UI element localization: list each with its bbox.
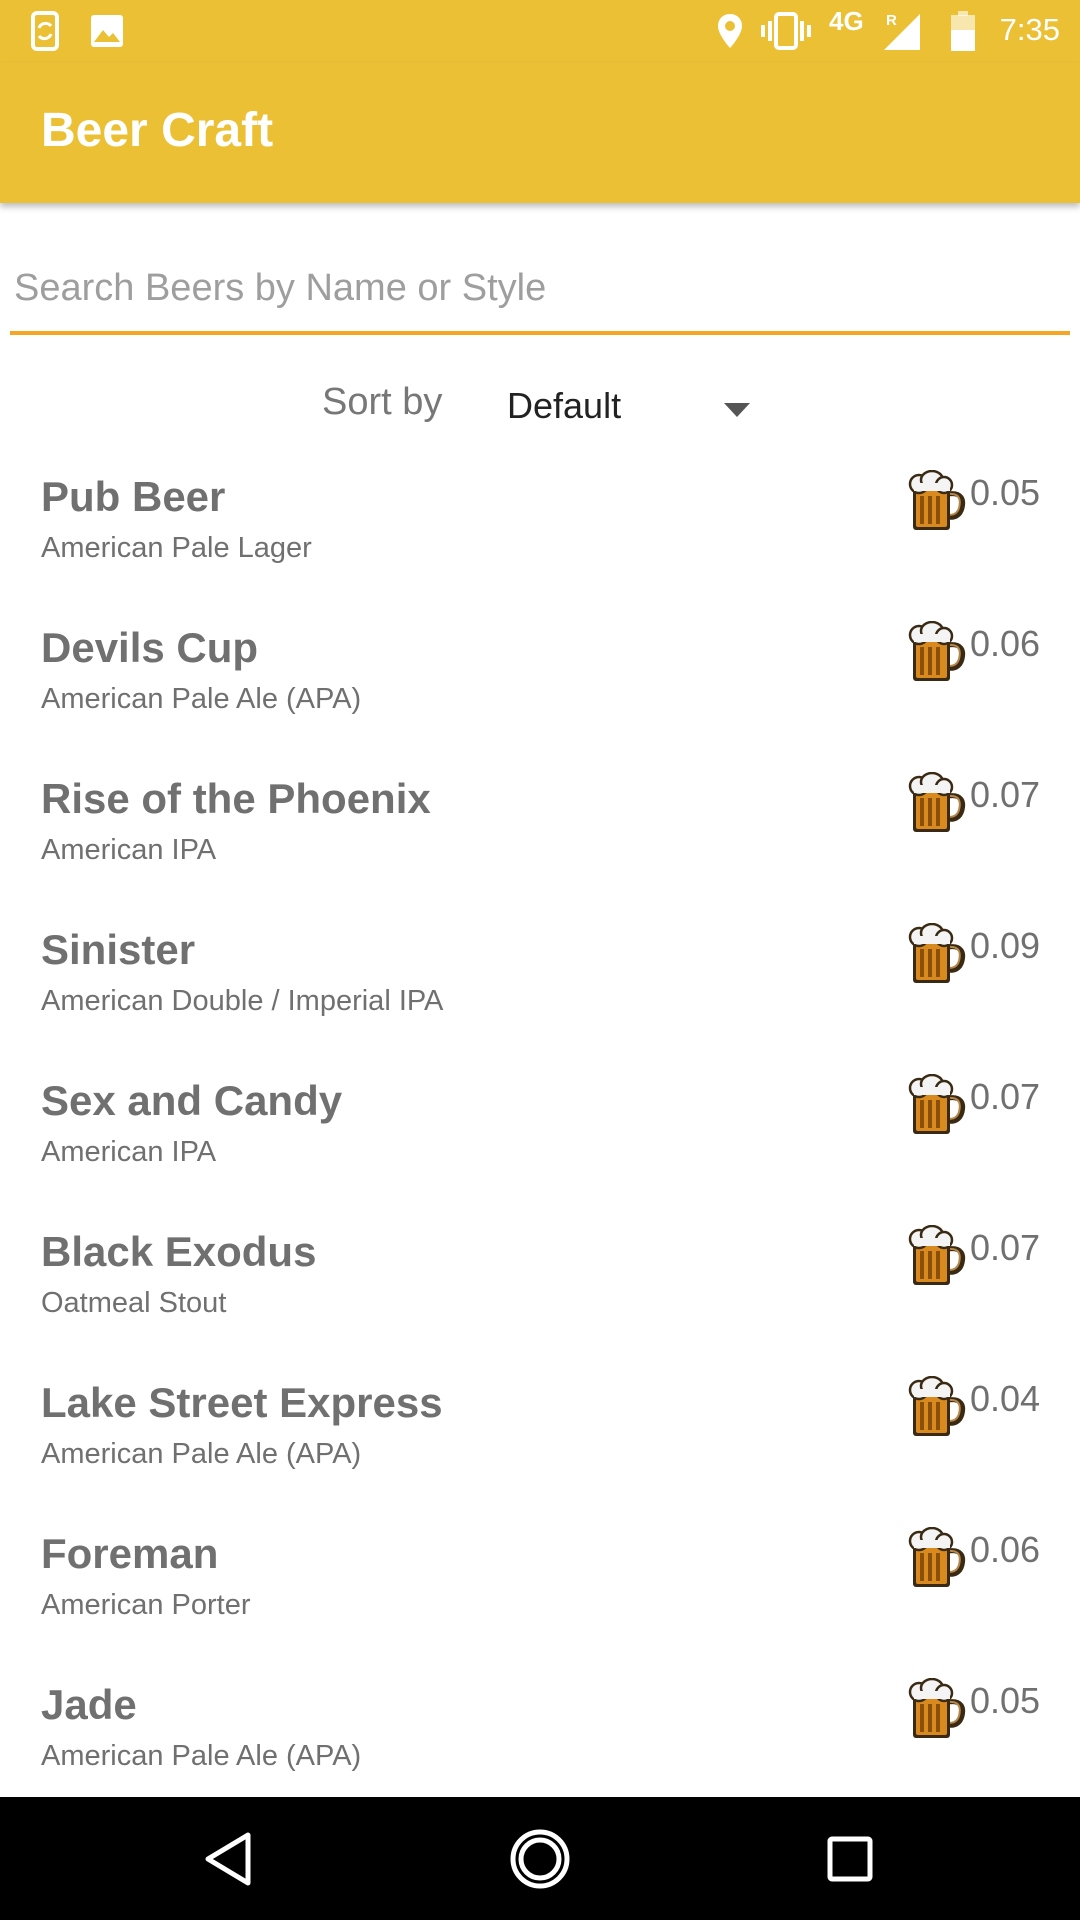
beer-list-item[interactable]: Sex and Candy American IPA 0.07 xyxy=(0,1054,1080,1205)
sort-label: Sort by xyxy=(322,381,443,423)
beer-list-item[interactable]: Sinister American Double / Imperial IPA … xyxy=(0,903,1080,1054)
beer-abv: 0.07 xyxy=(970,774,1041,815)
beer-name: Devils Cup xyxy=(41,624,259,671)
beer-name: Foreman xyxy=(41,1530,219,1577)
beer-mug-icon xyxy=(908,1225,966,1285)
beer-style: American IPA xyxy=(41,834,217,866)
beer-name: Sinister xyxy=(41,926,196,973)
network-type: 4G xyxy=(829,6,864,36)
beer-mug-icon xyxy=(908,1527,966,1587)
beer-style: American Pale Ale (APA) xyxy=(41,683,362,715)
beer-style: American Pale Ale (APA) xyxy=(41,1740,362,1772)
beer-abv: 0.09 xyxy=(970,925,1041,966)
image-icon xyxy=(91,15,123,47)
beer-list-item[interactable]: Rise of the Phoenix American IPA 0.07 xyxy=(0,752,1080,903)
beer-abv: 0.05 xyxy=(970,472,1041,513)
beer-mug-icon xyxy=(908,1376,966,1436)
beer-abv: 0.05 xyxy=(970,1680,1041,1721)
beer-style: Oatmeal Stout xyxy=(41,1287,227,1319)
beer-list-item[interactable]: Lake Street Express American Pale Ale (A… xyxy=(0,1356,1080,1507)
app-bar: Beer Craft xyxy=(0,63,1080,203)
recents-icon[interactable] xyxy=(818,1827,882,1891)
phone-sync-icon xyxy=(31,11,59,51)
beer-style: American IPA xyxy=(41,1136,217,1168)
beer-abv: 0.04 xyxy=(970,1378,1041,1419)
beer-abv: 0.07 xyxy=(970,1076,1041,1117)
beer-list-item[interactable]: Pub Beer American Pale Lager 0.05 xyxy=(0,450,1080,601)
beer-abv: 0.06 xyxy=(970,1529,1041,1570)
beer-mug-icon xyxy=(908,1074,966,1134)
location-icon xyxy=(718,14,742,48)
navigation-bar xyxy=(0,1797,1080,1920)
beer-mug-icon xyxy=(908,470,966,530)
beer-style: American Porter xyxy=(41,1589,251,1621)
beer-name: Rise of the Phoenix xyxy=(41,775,431,822)
beer-abv: 0.06 xyxy=(970,623,1041,664)
vibrate-icon xyxy=(761,12,811,50)
beer-abv: 0.07 xyxy=(970,1227,1041,1268)
sort-dropdown[interactable]: Default xyxy=(500,375,760,445)
status-bar: 4G R 7:35 xyxy=(0,0,1080,63)
dropdown-arrow-icon xyxy=(724,403,750,417)
signal-icon xyxy=(884,14,920,50)
beer-name: Pub Beer xyxy=(41,473,226,520)
beer-list: Pub Beer American Pale Lager 0.05 Devils… xyxy=(0,450,1080,1796)
clock: 7:35 xyxy=(999,12,1060,47)
sort-selected-value: Default xyxy=(507,385,622,426)
beer-list-item[interactable]: Black Exodus Oatmeal Stout 0.07 xyxy=(0,1205,1080,1356)
home-icon[interactable] xyxy=(508,1827,572,1891)
search-input[interactable] xyxy=(10,245,1070,335)
beer-name: Sex and Candy xyxy=(41,1077,343,1124)
beer-list-item[interactable]: Jade American Pale Ale (APA) 0.05 xyxy=(0,1658,1080,1796)
battery-icon xyxy=(951,11,975,51)
beer-name: Jade xyxy=(41,1681,137,1728)
beer-style: American Double / Imperial IPA xyxy=(41,985,444,1017)
beer-list-item[interactable]: Devils Cup American Pale Ale (APA) 0.06 xyxy=(0,601,1080,752)
beer-mug-icon xyxy=(908,923,966,983)
beer-mug-icon xyxy=(908,772,966,832)
back-icon[interactable] xyxy=(198,1827,262,1891)
beer-name: Lake Street Express xyxy=(41,1379,443,1426)
app-title: Beer Craft xyxy=(41,104,274,157)
beer-style: American Pale Ale (APA) xyxy=(41,1438,362,1470)
beer-name: Black Exodus xyxy=(41,1228,317,1275)
beer-mug-icon xyxy=(908,621,966,681)
beer-list-item[interactable]: Foreman American Porter 0.06 xyxy=(0,1507,1080,1658)
beer-mug-icon xyxy=(908,1678,966,1738)
beer-style: American Pale Lager xyxy=(41,532,312,564)
sort-row: Sort by Default xyxy=(0,375,1080,445)
